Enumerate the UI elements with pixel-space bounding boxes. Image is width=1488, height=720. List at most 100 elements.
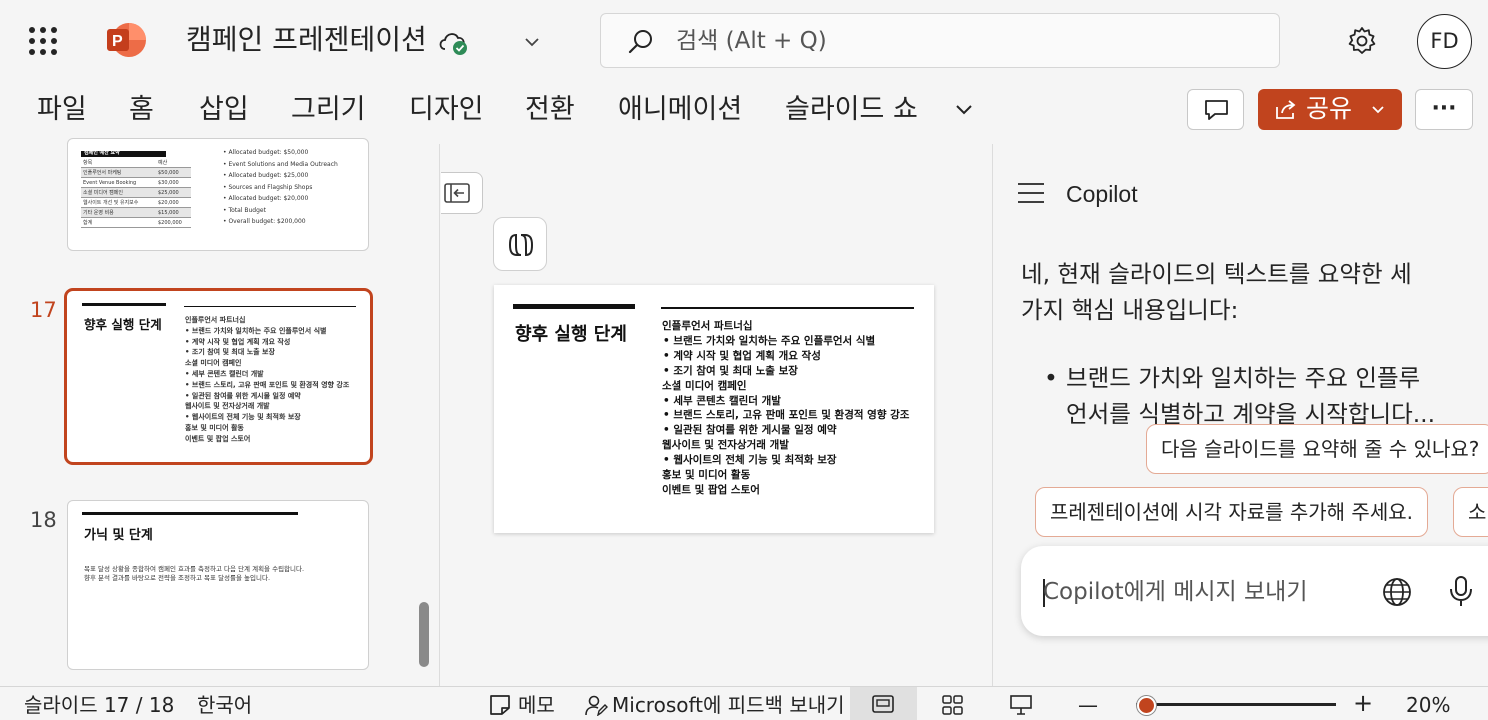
tab-design[interactable]: 디자인 [409, 92, 484, 128]
workspace: 캠페인 예산 요약 항목 예산 인플루언서 마케팅 $50,000 Event Venu… [0, 138, 1488, 686]
slide-thumbnail-18[interactable]: 가닉 및 단계 목표 달성 상황을 종합하여 캠페인 효과를 측정하고 다음 단… [67, 500, 369, 670]
bullet-line: • 웹사이트의 전체 기능 및 최적화 보장 [663, 454, 837, 467]
composer-placeholder: Copilot에게 메시지 보내기 [1043, 579, 1308, 605]
section-heading: 소셜 미디어 캠페인 [662, 379, 747, 392]
section-heading: 홍보 및 미디어 활동 [662, 469, 751, 481]
current-slide[interactable]: 향후 실행 단계 인플루언서 파트너십 • 브랜드 가치와 일치하는 주요 인플루… [494, 285, 934, 533]
zoom-slider-track[interactable] [1136, 703, 1336, 706]
document-title[interactable]: 캠페인 프레젠테이션 [186, 22, 427, 58]
bullet-text: • Allocated budget: $20,000 [223, 195, 309, 202]
more-options-button[interactable]: ··· [1415, 89, 1473, 130]
app-launcher-icon[interactable] [26, 24, 58, 56]
notes-icon[interactable] [488, 694, 512, 716]
microphone-icon[interactable] [1445, 574, 1477, 608]
status-bar: 슬라이드 17 / 18 한국어 메모 Microsoft에 피드백 보내기 —… [0, 686, 1488, 720]
divider-line [184, 306, 356, 307]
body-line: • 조기 참여 및 최대 노출 보장 [185, 348, 275, 357]
slide-thumbnail-16[interactable]: 캠페인 예산 요약 항목 예산 인플루언서 마케팅 $50,000 Event Venu… [67, 138, 369, 251]
slide-sorter-view-icon[interactable] [941, 694, 965, 716]
search-box[interactable]: 검색 (Alt + Q) [600, 13, 1280, 68]
bullet-line: • 조기 참여 및 최대 노출 보장 [663, 364, 798, 377]
comments-button[interactable] [1187, 89, 1244, 130]
table-row: 웹사이트 개선 및 유지보수 $20,000 [81, 198, 191, 208]
normal-view-button[interactable] [850, 687, 917, 720]
table-cell: $15,000 [158, 210, 179, 216]
body-line: 소셜 미디어 캠페인 [185, 359, 242, 368]
slide-number-18: 18 [30, 508, 57, 532]
suggestion-chip-add-visuals[interactable]: 프레젠테이션에 시각 자료를 추가해 주세요. [1035, 487, 1428, 537]
ribbon-tabs: 파일 홈 삽입 그리기 디자인 전환 애니메이션 슬라이드 쇼 공유 ··· [0, 82, 1488, 144]
slide-indicator: 슬라이드 17 / 18 [24, 693, 175, 717]
search-icon [626, 27, 656, 57]
bullet-dot-icon: • [1044, 364, 1058, 392]
bullet-line: • 브랜드 가치와 일치하는 주요 인플루언서 식별 [663, 334, 876, 347]
tab-home[interactable]: 홈 [129, 92, 154, 128]
tab-slide-show[interactable]: 슬라이드 쇼 [785, 92, 918, 128]
notes-label[interactable]: 메모 [518, 691, 555, 719]
suggestion-chip-summarize-next[interactable]: 다음 슬라이드를 요약해 줄 수 있나요? [1146, 424, 1488, 474]
table-row: 항목 예산 [81, 158, 191, 168]
response-line-2: 가지 핵심 내용입니다: [1021, 296, 1239, 324]
copilot-message-composer[interactable]: Copilot에게 메시지 보내기 [1021, 546, 1488, 636]
tab-insert[interactable]: 삽입 [199, 92, 249, 128]
response-line-1: 네, 현재 슬라이드의 텍스트를 요약한 세 [1021, 260, 1412, 288]
normal-view-icon [872, 695, 894, 713]
settings-gear-icon[interactable] [1345, 24, 1379, 58]
section-heading: 웹사이트 및 전자상거래 개발 [662, 439, 789, 452]
cloud-saved-icon [436, 27, 472, 57]
feedback-label[interactable]: Microsoft에 피드백 보내기 [612, 691, 845, 719]
thumbnail-body-line-1: 목표 달성 상황을 종합하여 캠페인 효과를 측정하고 다음 단계 계획을 수립… [84, 565, 305, 573]
presenter-view-icon[interactable] [1009, 694, 1033, 716]
section-heading: 이벤트 및 팝업 스토어 [662, 483, 760, 496]
zoom-out-button[interactable]: — [1078, 691, 1098, 719]
slide-title: 향후 실행 단계 [515, 324, 627, 345]
copilot-response: 네, 현재 슬라이드의 텍스트를 요약한 세 가지 핵심 내용입니다: [1021, 256, 1461, 328]
share-button[interactable]: 공유 [1258, 89, 1402, 130]
zoom-slider-thumb[interactable] [1137, 696, 1156, 715]
table-cell: 소셜 미디어 캠페인 [83, 190, 123, 196]
powerpoint-logo: P [105, 20, 147, 60]
table-cell: 합계 [83, 220, 93, 226]
table-row: Event Venue Booking $30,000 [81, 178, 191, 188]
zoom-in-button[interactable]: + [1353, 689, 1373, 717]
table-cell: $20,000 [158, 200, 179, 206]
table-cell: $30,000 [158, 180, 179, 186]
user-avatar[interactable]: FD [1417, 14, 1472, 69]
language-indicator[interactable]: 한국어 [197, 691, 252, 719]
zoom-level[interactable]: 20% [1406, 691, 1450, 719]
body-line: • 세부 콘텐츠 캘린더 개발 [185, 370, 264, 378]
tab-transitions[interactable]: 전환 [525, 92, 575, 128]
response-bullet: • 브랜드 가치와 일치하는 주요 인플루 언서를 식별하고 계약을 시작합니다… [1044, 360, 1486, 432]
title-accent-bar [82, 512, 298, 515]
bullet-line: • 세부 콘텐츠 캘린더 개발 [663, 394, 781, 407]
slide-thumbnail-17-selected[interactable]: 향후 실행 단계 인플루언서 파트너십 • 브랜드 가치와 일치하는 주요 인플루… [64, 288, 373, 465]
tab-draw[interactable]: 그리기 [291, 92, 366, 128]
thumbnail-scrollbar[interactable] [419, 602, 429, 667]
bullet-text: • Allocated budget: $25,000 [223, 172, 309, 179]
globe-icon[interactable] [1381, 576, 1413, 608]
suggestion-chip-truncated[interactable]: 소 [1453, 487, 1488, 537]
hamburger-menu-icon[interactable] [1016, 180, 1046, 206]
title-accent-bar [513, 304, 635, 309]
thumbnail-body-line-2: 향후 분석 결과를 바탕으로 전략을 조정하고 목표 달성률을 높입니다. [84, 574, 271, 582]
collapse-thumbnails-button[interactable] [441, 172, 483, 214]
more-tabs-chevron-icon[interactable] [951, 96, 977, 122]
table-cell: 항목 [83, 160, 93, 166]
copilot-title: Copilot [1066, 181, 1138, 207]
chevron-down-icon [1369, 101, 1387, 119]
chevron-down-icon[interactable] [520, 30, 544, 54]
share-label: 공유 [1306, 94, 1353, 123]
comment-icon [1205, 100, 1228, 120]
table-title: 캠페인 예산 요약 [84, 150, 120, 156]
tab-animations[interactable]: 애니메이션 [618, 92, 742, 128]
copilot-button[interactable] [493, 217, 547, 271]
table-cell: 예산 [158, 160, 168, 166]
bullet-line: • 일관된 참여를 위한 게시물 일정 예약 [663, 424, 837, 437]
bullet-text: • Overall budget: $200,000 [223, 218, 306, 225]
feedback-icon[interactable] [584, 694, 608, 717]
bullet-line-1: 브랜드 가치와 일치하는 주요 인플루 [1066, 364, 1421, 392]
tab-file[interactable]: 파일 [37, 92, 87, 128]
search-placeholder: 검색 (Alt + Q) [676, 28, 827, 54]
body-line: 웹사이트 및 전자상거래 개발 [185, 402, 270, 411]
body-line: • 일관된 참여를 위한 게시물 일정 예약 [185, 391, 301, 400]
